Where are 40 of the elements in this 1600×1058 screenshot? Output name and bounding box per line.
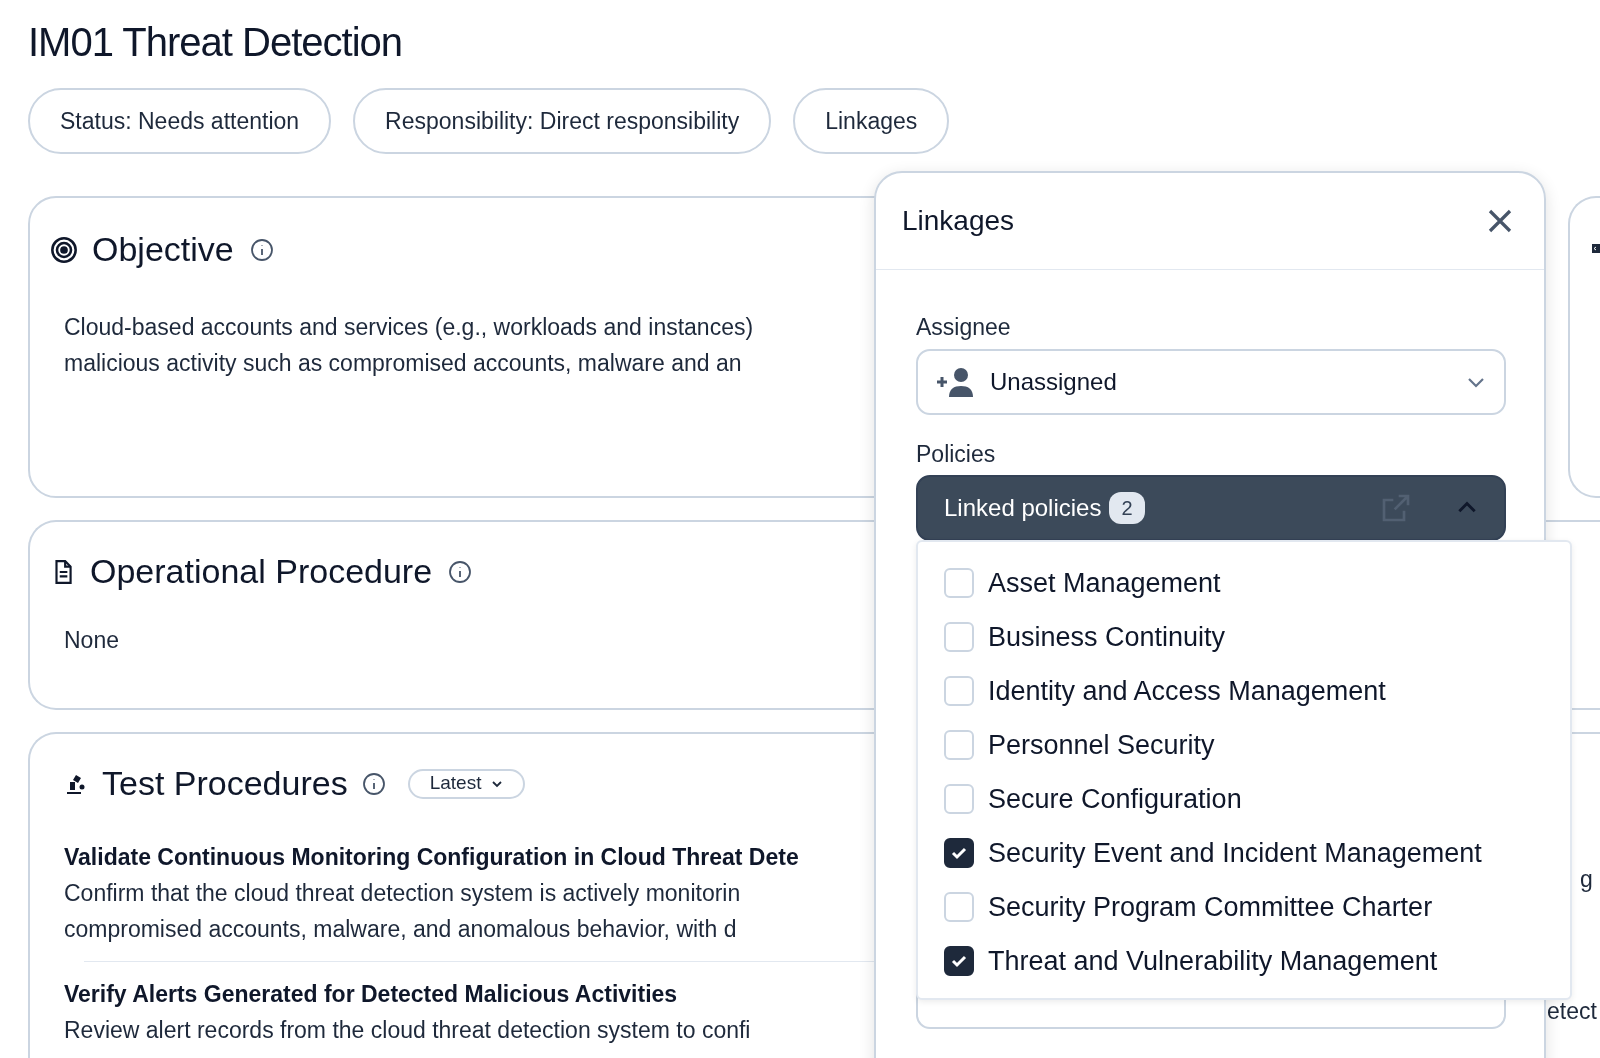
policy-option[interactable]: Secure Configuration xyxy=(944,772,1544,826)
policy-option[interactable]: Security Program Committee Charter xyxy=(944,880,1544,934)
policy-option[interactable]: Personnel Security xyxy=(944,718,1544,772)
card-title: Operational Procedure xyxy=(90,551,433,592)
target-icon xyxy=(50,235,78,264)
info-icon[interactable] xyxy=(249,237,274,262)
add-user-icon xyxy=(936,366,976,397)
checkbox[interactable] xyxy=(944,838,974,868)
body-text: etect xyxy=(1547,997,1597,1026)
body-text: None xyxy=(64,626,119,655)
version-dropdown[interactable]: Latest xyxy=(407,768,526,799)
count-badge: 2 xyxy=(1109,492,1145,524)
policy-option[interactable]: Threat and Vulnerability Management xyxy=(944,934,1544,988)
body-text: Cloud-based accounts and services (e.g., workloads and instances) xyxy=(64,313,754,342)
panel-title: Linkages xyxy=(902,204,1015,238)
policy-option[interactable]: Asset Management xyxy=(944,556,1544,610)
info-icon[interactable] xyxy=(448,559,473,584)
page-title: IM01 Threat Detection xyxy=(28,19,404,66)
card-title: Test Procedures xyxy=(102,763,348,804)
procedure-title: Verify Alerts Generated for Detected Malicious Activities xyxy=(64,980,678,1009)
assignee-select[interactable]: Unassigned xyxy=(916,348,1506,415)
body-text: g xyxy=(1580,865,1593,894)
field-label: Policies xyxy=(916,439,996,469)
filter-chip[interactable]: Linkages xyxy=(793,88,950,154)
body-text: Confirm that the cloud threat detection system is actively monitorin xyxy=(64,879,741,908)
external-link-icon[interactable] xyxy=(1380,492,1412,524)
body-text: Review alert records from the cloud threat detection system to confi xyxy=(64,1016,751,1045)
filter-chip[interactable]: Responsibility: Direct responsibility xyxy=(353,88,772,154)
policy-option[interactable]: Security Event and Incident Management xyxy=(944,826,1544,880)
body-text: compromised accounts, malware, and anomalous behavior, with d xyxy=(64,915,737,944)
procedure-title: Validate Continuous Monitoring Configuration in Cloud Threat Dete xyxy=(64,843,799,872)
filter-chip[interactable]: Status: Needs attention xyxy=(28,88,332,154)
policy-option[interactable]: Identity and Access Management xyxy=(944,664,1544,718)
body-text: malicious activity such as compromised accounts, malware and an xyxy=(64,349,742,378)
info-icon[interactable] xyxy=(361,771,386,796)
checkbox[interactable] xyxy=(944,946,974,976)
linked-policies-button[interactable]: Linked policies 2 xyxy=(916,475,1506,541)
card-title: Objective xyxy=(92,229,234,270)
field-label: Assignee xyxy=(916,313,1011,342)
policy-option[interactable]: Business Continuity xyxy=(944,610,1544,664)
